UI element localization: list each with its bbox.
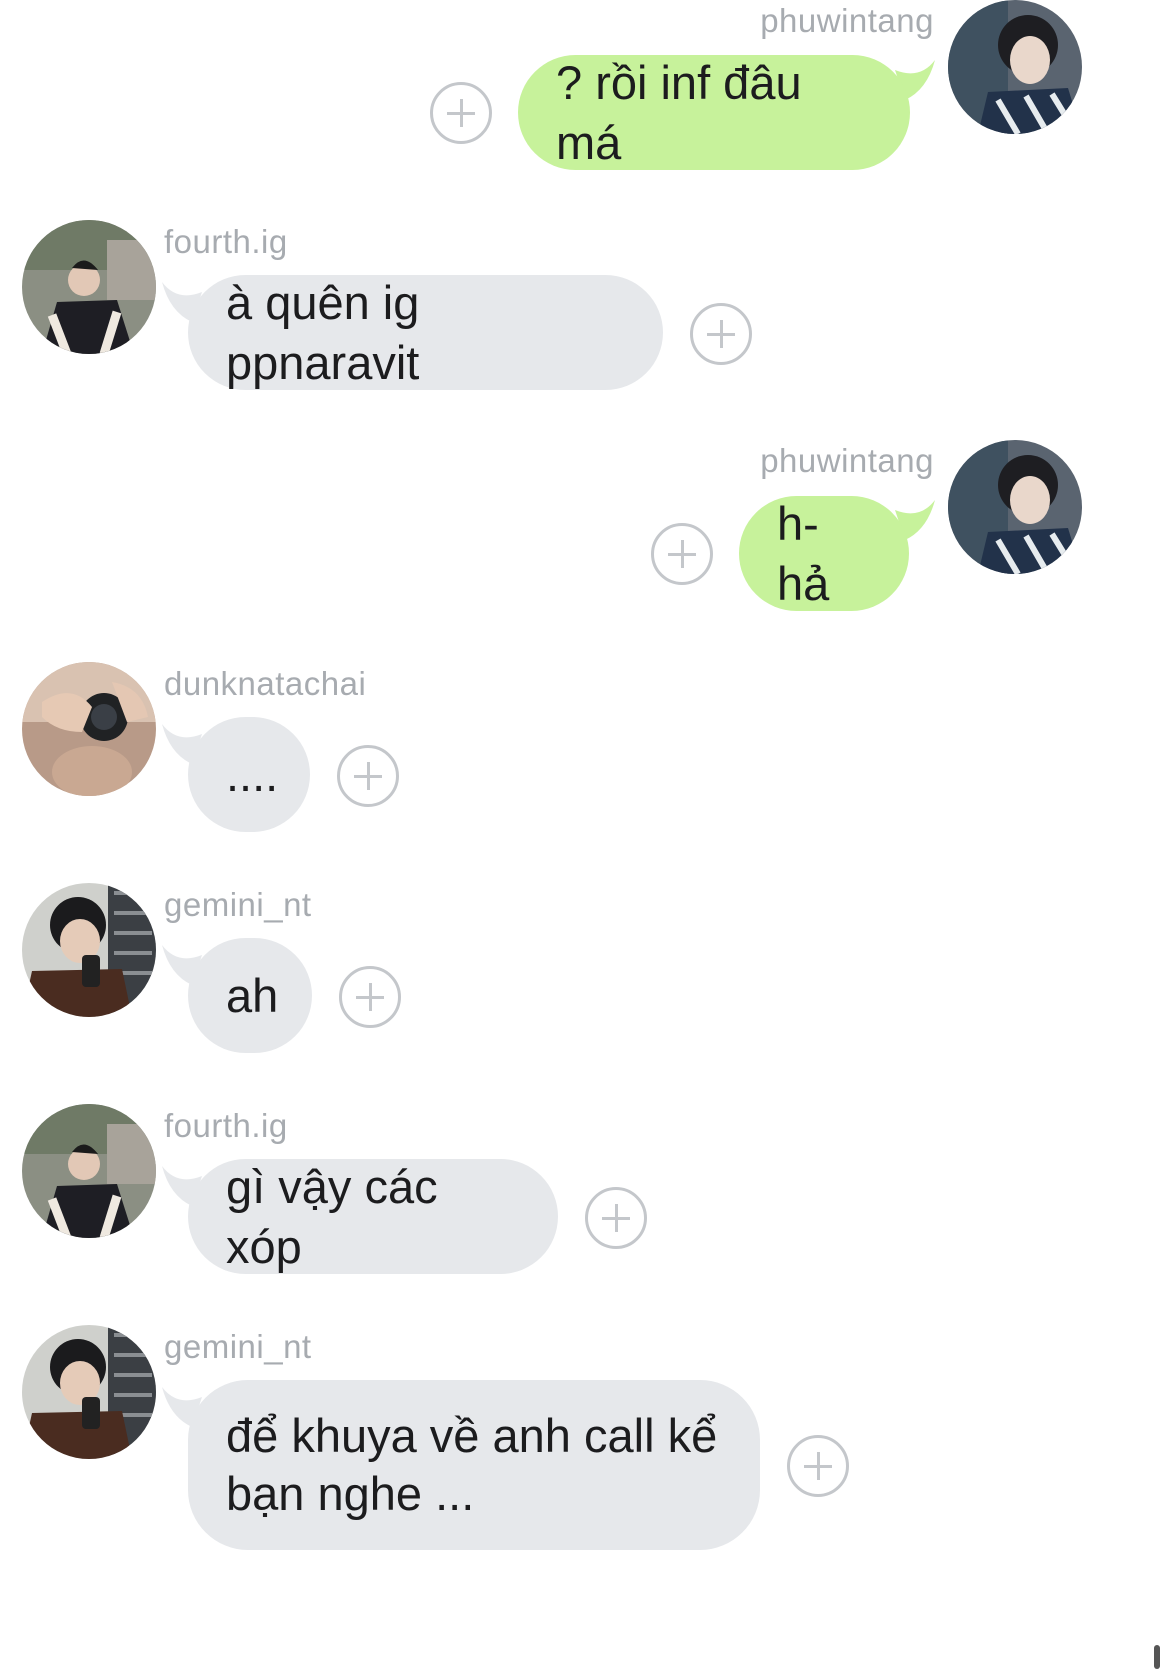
sender-avatar[interactable]	[22, 220, 156, 354]
message-row: fourth.ig à quên ig ppnaravit	[0, 220, 1170, 400]
message-row: gemini_nt ah	[0, 883, 1170, 1063]
message-bubble[interactable]: à quên ig ppnaravit	[188, 275, 663, 390]
plus-circle-icon[interactable]	[430, 82, 492, 144]
message-bubble[interactable]: để khuya về anh call kể bạn nghe ...	[188, 1380, 760, 1550]
message-row: fourth.ig gì vậy các xóp	[0, 1104, 1170, 1284]
message-bubble[interactable]: gì vậy các xóp	[188, 1159, 558, 1274]
message-bubble[interactable]: ....	[188, 717, 310, 832]
sender-avatar[interactable]	[22, 883, 156, 1017]
sender-name: dunknatachai	[164, 665, 367, 702]
avatar-image	[22, 1325, 156, 1459]
sender-name: gemini_nt	[164, 886, 312, 923]
plus-circle-icon[interactable]	[339, 966, 401, 1028]
plus-circle-icon[interactable]	[585, 1187, 647, 1249]
message-row: gemini_nt để khuya về anh call kể bạn ng…	[0, 1325, 1170, 1575]
sender-avatar[interactable]	[22, 1325, 156, 1459]
sender-name: fourth.ig	[164, 1107, 288, 1144]
message-row: phuwintang h-hả	[0, 440, 1170, 620]
sender-avatar[interactable]	[948, 440, 1082, 574]
sender-avatar[interactable]	[22, 662, 156, 796]
message-row: phuwintang ? rồi inf đâu má	[0, 0, 1170, 180]
avatar-image	[22, 220, 156, 354]
sender-name: phuwintang	[760, 2, 934, 39]
avatar-image	[948, 440, 1082, 574]
sender-avatar[interactable]	[948, 0, 1082, 134]
plus-circle-icon[interactable]	[651, 523, 713, 585]
message-bubble[interactable]: h-hả	[739, 496, 909, 611]
sender-name: phuwintang	[760, 442, 934, 479]
sender-avatar[interactable]	[22, 1104, 156, 1238]
avatar-image	[22, 1104, 156, 1238]
avatar-image	[22, 662, 156, 796]
plus-circle-icon[interactable]	[337, 745, 399, 807]
plus-circle-icon[interactable]	[690, 303, 752, 365]
avatar-image	[948, 0, 1082, 134]
plus-circle-icon[interactable]	[787, 1435, 849, 1497]
message-bubble[interactable]: ah	[188, 938, 312, 1053]
avatar-image	[22, 883, 156, 1017]
message-row: dunknatachai ....	[0, 662, 1170, 842]
sender-name: gemini_nt	[164, 1328, 312, 1365]
scrollbar[interactable]	[1154, 1645, 1160, 1669]
sender-name: fourth.ig	[164, 223, 288, 260]
message-bubble[interactable]: ? rồi inf đâu má	[518, 55, 910, 170]
